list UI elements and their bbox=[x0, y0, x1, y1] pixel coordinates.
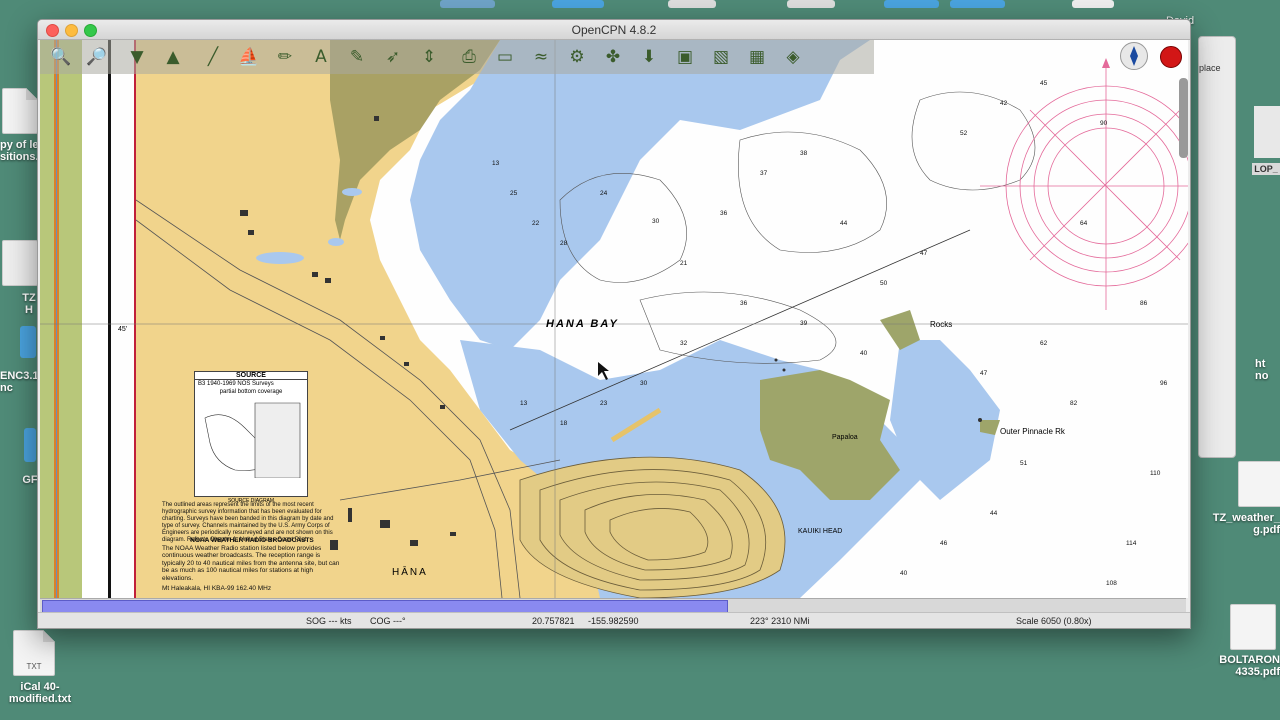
sog-readout: SOG --- kts bbox=[306, 616, 352, 626]
compass-icon[interactable] bbox=[1120, 42, 1148, 70]
measure-icon[interactable]: ✏ bbox=[268, 42, 302, 72]
file-type-badge: TXT bbox=[26, 662, 42, 671]
desktop-icon-label[interactable]: ENC3.1. nc bbox=[0, 370, 42, 394]
title-bar[interactable]: OpenCPN 4.8.2 bbox=[38, 20, 1190, 40]
background-window[interactable]: place bbox=[1198, 36, 1236, 458]
folder-icon[interactable] bbox=[24, 428, 36, 462]
desktop-icon-label[interactable]: TZ H bbox=[20, 292, 38, 316]
vector-icon[interactable]: ⇕ bbox=[412, 42, 446, 72]
zoom-in-icon[interactable]: 🔍 bbox=[44, 42, 78, 72]
noaa-station: Mt Haleakala, HI KBA-99 162.40 MHz bbox=[162, 585, 272, 592]
vertical-scrollbar[interactable] bbox=[1179, 78, 1188, 158]
desktop-icon-label[interactable]: GF bbox=[22, 474, 38, 486]
mark-icon[interactable]: ✎ bbox=[340, 42, 374, 72]
aispanel-icon[interactable]: ▣ bbox=[668, 42, 702, 72]
record-icon[interactable] bbox=[1160, 46, 1182, 68]
chart-canvas[interactable]: HANA BAY HĀNA Rocks Outer Pinnacle Rk KA… bbox=[40, 40, 1188, 598]
source-title: SOURCE bbox=[195, 372, 307, 380]
print-icon[interactable]: ⎙ bbox=[452, 42, 486, 72]
ship-icon[interactable]: ⛵ bbox=[232, 42, 266, 72]
route-icon[interactable]: ╱ bbox=[196, 42, 230, 72]
zoom-out-icon[interactable]: 🔎 bbox=[80, 42, 114, 72]
kauiki-label: KAUIKI HEAD bbox=[798, 528, 843, 535]
plugin-icon[interactable]: ▧ bbox=[704, 42, 738, 72]
current-icon[interactable]: ≈ bbox=[524, 42, 558, 72]
desktop-icon-label[interactable]: iCal 40- modified.txt bbox=[0, 681, 80, 705]
noaa-body: The NOAA Weather Radio station listed be… bbox=[162, 544, 340, 582]
rocks-label: Rocks bbox=[930, 320, 953, 329]
opencpn-window: OpenCPN 4.8.2 HANA BAY HĀNA Rocks Outer … bbox=[37, 19, 1191, 629]
pinnacle-label: Outer Pinnacle Rk bbox=[1000, 427, 1065, 436]
horizontal-scrollbar[interactable] bbox=[40, 598, 1186, 613]
pdf-thumbnail[interactable] bbox=[1238, 461, 1280, 507]
noaa-title: NOAA WEATHER RADIO BROADCASTS bbox=[190, 537, 314, 544]
dock-thumbnail[interactable] bbox=[1072, 0, 1114, 8]
source-map-graphic bbox=[204, 402, 301, 478]
track-icon[interactable]: ➶ bbox=[376, 42, 410, 72]
desktop-icon-label[interactable]: TZ_weather_ g.pdf bbox=[1206, 512, 1280, 536]
longitude-readout: -155.982590 bbox=[588, 616, 639, 626]
download-icon[interactable]: ⬇ bbox=[632, 42, 666, 72]
scale-in-icon[interactable]: ▼ bbox=[120, 42, 154, 72]
folder-icon[interactable] bbox=[20, 326, 36, 358]
layers-icon[interactable]: ◈ bbox=[776, 42, 810, 72]
desktop-icon-label[interactable]: py of le sitions. bbox=[0, 139, 40, 163]
cog-readout: COG ---° bbox=[370, 616, 406, 626]
tides-icon[interactable]: ✤ bbox=[596, 42, 630, 72]
source-diagram: SOURCE B3 1940-1969 NOS Surveys partial … bbox=[194, 371, 308, 504]
scale-readout: Scale 6050 (0.80x) bbox=[1016, 616, 1092, 626]
latitude-label: 45' bbox=[118, 326, 128, 333]
dock-thumbnail[interactable] bbox=[787, 0, 835, 8]
dock-thumbnail[interactable] bbox=[552, 0, 604, 8]
background-window-label: place bbox=[1199, 63, 1221, 73]
source-line-2: partial bottom coverage bbox=[219, 389, 283, 395]
txt-file-icon[interactable]: TXT bbox=[13, 630, 55, 676]
dock-thumbnail[interactable] bbox=[668, 0, 716, 8]
settings-icon[interactable]: ⚙ bbox=[560, 42, 594, 72]
bay-label: HANA BAY bbox=[546, 318, 619, 330]
document-icon[interactable] bbox=[2, 88, 38, 134]
dock-thumbnail[interactable] bbox=[950, 0, 1005, 8]
papaloa-label: Papaloa bbox=[832, 434, 858, 441]
route-manager-icon[interactable]: ▭ bbox=[488, 42, 522, 72]
pdf-thumbnail[interactable] bbox=[1230, 604, 1276, 650]
desktop-icon-label[interactable]: LOP_ bbox=[1252, 163, 1280, 175]
scale-out-icon[interactable]: ▲ bbox=[156, 42, 190, 72]
noaa-broadcasts: NOAA WEATHER RADIO BROADCASTS The NOAA W… bbox=[162, 537, 342, 593]
status-bar: SOG --- kts COG ---° 20.757821 -155.9825… bbox=[38, 612, 1190, 628]
main-toolbar: 🔍 🔎 ▼ ▲ ╱ ⛵ ✏ A ✎ ➶ ⇕ ⎙ ▭ ≈ ⚙ ✤ ⬇ ▣ ▧ ▦ ◈ bbox=[40, 40, 874, 74]
latitude-readout: 20.757821 bbox=[532, 616, 575, 626]
window-title: OpenCPN 4.8.2 bbox=[571, 23, 657, 37]
dock-thumbnail[interactable] bbox=[884, 0, 939, 8]
desktop-icon-label[interactable]: ht no bbox=[1255, 358, 1280, 382]
bearing-distance-readout: 223° 2310 NMi bbox=[750, 616, 810, 626]
town-label: HĀNA bbox=[392, 567, 428, 578]
desktop-icon-label[interactable]: BOLTARON 4335.pdf bbox=[1206, 654, 1280, 678]
pdf-thumbnail[interactable] bbox=[1254, 106, 1280, 158]
document-icon[interactable] bbox=[2, 240, 38, 286]
text-icon[interactable]: A bbox=[304, 42, 338, 72]
grib-icon[interactable]: ▦ bbox=[740, 42, 774, 72]
dock-thumbnail[interactable] bbox=[440, 0, 495, 8]
source-line-1: B3 1940-1969 NOS Surveys bbox=[198, 381, 274, 387]
